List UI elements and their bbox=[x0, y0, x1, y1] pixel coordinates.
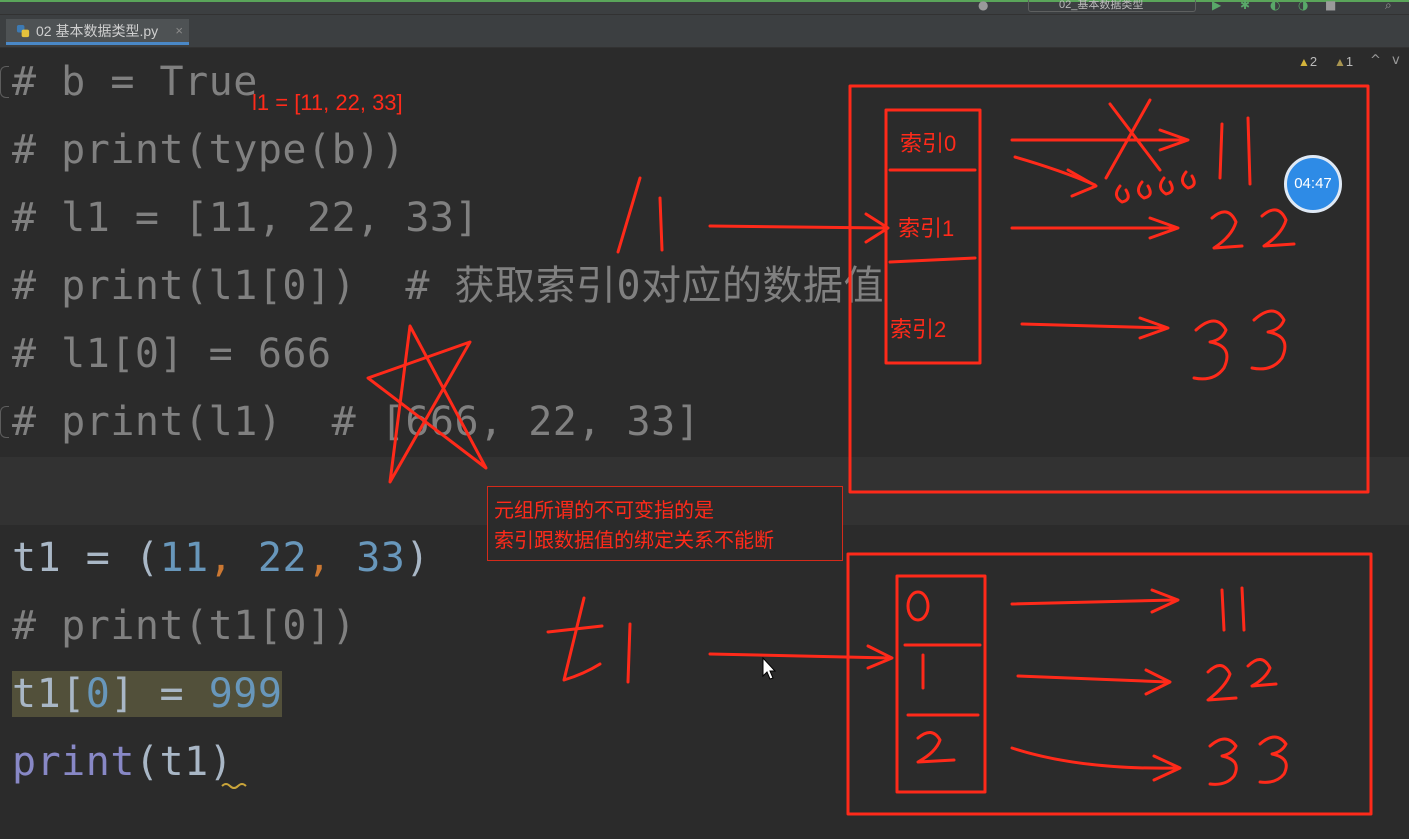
code-line-2[interactable]: # print(type(b)) bbox=[12, 116, 405, 184]
assign-operator: = bbox=[61, 535, 135, 581]
recording-timer[interactable]: 04:47 bbox=[1284, 155, 1342, 213]
top-toolbar: ● 02_基本数据类型 ▶ ✱ ◐ ◑ ■ ⌕ bbox=[0, 0, 1409, 15]
search-everywhere-icon[interactable]: ⌕ bbox=[1385, 0, 1392, 11]
highlighted-statement: t1[0] = 999 bbox=[12, 671, 283, 717]
code-line-10[interactable]: t1[0] = 999 bbox=[12, 660, 283, 728]
coverage-icon[interactable]: ◐ bbox=[1270, 0, 1280, 11]
editor-tab-bar: 02 基本数据类型.py × bbox=[0, 15, 1409, 48]
python-file-icon bbox=[16, 24, 30, 38]
profile-icon[interactable]: ◑ bbox=[1298, 0, 1308, 11]
next-highlight-icon[interactable]: v bbox=[1392, 53, 1400, 68]
code-line-8[interactable]: t1 = (11, 22, 33) bbox=[12, 524, 430, 592]
note-line-1: 元组所谓的不可变指的是 bbox=[494, 498, 714, 522]
number-literal: 11 bbox=[159, 535, 209, 581]
code-line-3[interactable]: # l1 = [11, 22, 33] bbox=[12, 184, 479, 252]
fold-marker-end[interactable] bbox=[0, 406, 9, 438]
builtin-function: print bbox=[12, 739, 135, 785]
close-tab-icon[interactable]: × bbox=[175, 19, 183, 43]
index-literal: 0 bbox=[85, 671, 111, 717]
warning-icon: ▲ bbox=[1298, 55, 1310, 69]
fold-marker-start[interactable] bbox=[0, 66, 9, 98]
annotation-index1: 索引1 bbox=[898, 216, 955, 241]
annotation-list-label: l1 = [11, 22, 33] bbox=[252, 90, 403, 115]
assign-operator: = bbox=[134, 671, 209, 717]
weak-warning-count: 1 bbox=[1345, 54, 1354, 69]
code-line-6[interactable]: # print(l1) # [666, 22, 33] bbox=[12, 388, 700, 456]
variable-name: t1 bbox=[12, 535, 62, 581]
close-paren: ) bbox=[405, 535, 430, 581]
debug-icon[interactable]: ✱ bbox=[1240, 0, 1250, 11]
tab-current-file[interactable]: 02 基本数据类型.py × bbox=[6, 19, 189, 45]
note-line-2: 索引跟数据值的绑定关系不能断 bbox=[494, 528, 774, 552]
warnings-indicator[interactable]: ▲2 bbox=[1298, 54, 1317, 69]
weak-warnings-indicator[interactable]: ▲1 bbox=[1334, 54, 1353, 69]
code-line-5[interactable]: # l1[0] = 666 bbox=[12, 320, 332, 388]
mouse-pointer-icon bbox=[762, 657, 776, 680]
user-icon[interactable]: ● bbox=[978, 0, 988, 11]
run-icon[interactable]: ▶ bbox=[1212, 0, 1221, 11]
number-literal: 22 bbox=[257, 535, 308, 581]
open-bracket: [ bbox=[61, 671, 86, 717]
variable-name: t1 bbox=[12, 671, 62, 717]
annotation-note-box: 元组所谓的不可变指的是 索引跟数据值的绑定关系不能断 bbox=[487, 486, 843, 561]
stop-icon[interactable]: ■ bbox=[1325, 0, 1336, 11]
code-line-1[interactable]: # b = True bbox=[12, 48, 258, 116]
number-literal: 33 bbox=[356, 535, 406, 581]
previous-highlight-icon[interactable]: ^ bbox=[1370, 53, 1381, 68]
annotation-index0: 索引0 bbox=[900, 131, 957, 156]
annotation-index2: 索引2 bbox=[890, 317, 947, 342]
weak-warning-icon: ▲ bbox=[1334, 55, 1346, 69]
open-paren: ( bbox=[134, 535, 160, 581]
window-accent-line bbox=[0, 0, 1409, 2]
call-arguments: (t1) bbox=[134, 739, 234, 785]
comma: , bbox=[208, 535, 258, 581]
run-configuration-label: 02_基本数据类型 bbox=[1059, 0, 1144, 11]
comma: , bbox=[307, 535, 357, 581]
code-line-11[interactable]: print(t1) bbox=[12, 728, 233, 796]
tab-file-name: 02 基本数据类型.py bbox=[36, 23, 159, 39]
warning-count: 2 bbox=[1309, 54, 1318, 69]
number-literal: 999 bbox=[208, 671, 283, 717]
code-line-9[interactable]: # print(t1[0]) bbox=[12, 592, 356, 660]
code-line-4[interactable]: # print(l1[0]) # 获取索引0对应的数据值 bbox=[12, 252, 884, 320]
close-bracket: ] bbox=[110, 671, 135, 717]
run-configuration-select[interactable]: 02_基本数据类型 bbox=[1028, 0, 1196, 12]
